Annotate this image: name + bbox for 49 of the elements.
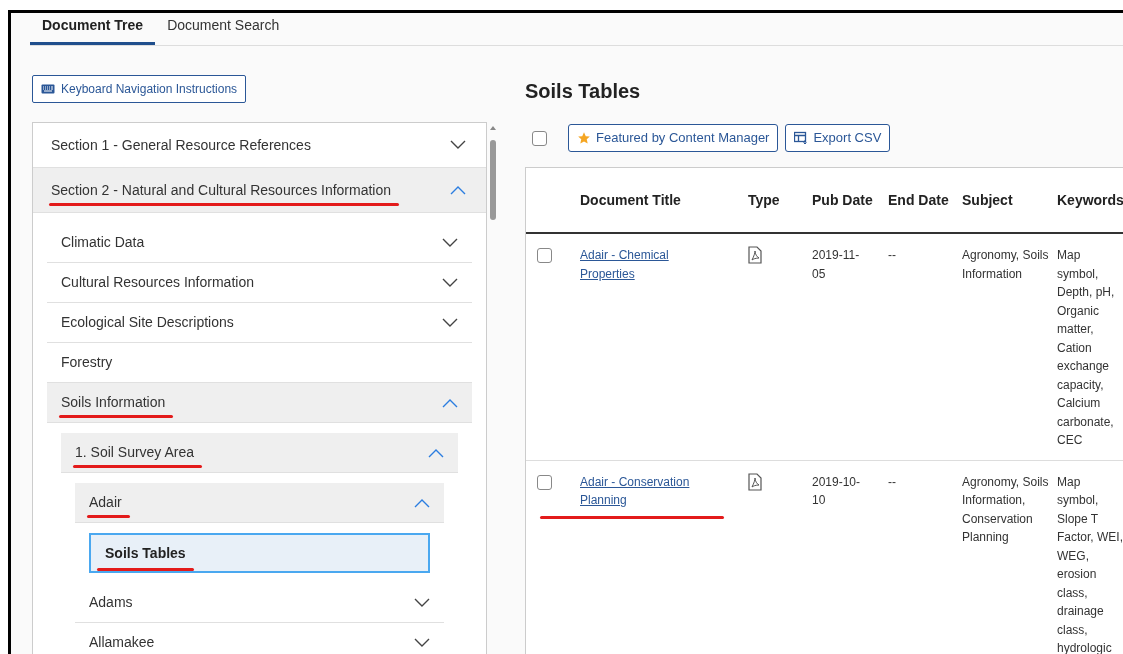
chevron-down-icon [414,597,430,608]
tree-item[interactable]: Soils Tables [89,533,430,573]
table-cell-text: 2019-10-10 [812,473,862,509]
chevron-up-icon [414,497,430,508]
tree-item[interactable]: Allamakee [75,623,444,654]
column-header: Type [748,190,780,210]
document-link[interactable]: Adair - Chemical Properties [580,246,718,283]
row-checkbox[interactable] [537,248,552,263]
tree-item[interactable]: Climatic Data [47,223,472,263]
chevron-down-icon [442,277,458,288]
tab[interactable]: Document Tree [30,14,156,45]
column-header: End Date [888,190,949,210]
export-csv-button[interactable]: Export CSV [785,124,891,152]
chevron-up-icon [450,185,466,195]
table-cell-text: Agronomy, Soils Information, Conservation Planning [962,473,1050,546]
keyboard-instructions-button[interactable]: Keyboard Navigation Instructions [32,75,247,103]
chevron-down-icon [442,237,458,248]
chevron-down-icon [450,140,466,150]
chevron-down-icon [442,317,458,328]
tree-item[interactable]: Section 2 - Natural and Cultural Resources Information [33,168,486,213]
chevron-up-icon [442,397,458,408]
keyboard-icon [41,84,55,94]
table-cell-text: Map symbol, Depth, pH, Organic matter, Cation exchange capacity, Calcium carbonate, CEC [1057,247,1116,449]
scroll-up-icon [490,126,496,130]
tree-item[interactable]: Cultural Resources Information [47,263,472,303]
featured-button[interactable]: Featured by Content Manager [568,124,779,152]
column-header: Subject [962,190,1013,210]
table-cell-text: Agronomy, Soils Information [962,247,1050,283]
tree-item[interactable]: Adams [75,583,444,623]
table-export-icon [794,131,809,145]
column-header: Document Title [580,190,681,210]
tree-item[interactable]: Ecological Site Descriptions [47,303,472,343]
table-cell-text: -- [888,473,897,491]
table-cell-text: -- [888,247,897,264]
table-cell-text: 2019-11-05 [812,247,861,283]
tree-item[interactable]: Soils Information [47,383,472,423]
document-link[interactable]: Adair - Conservation Planning [580,472,718,510]
row-checkbox[interactable] [537,474,552,490]
star-icon [577,131,591,145]
select-all-checkbox[interactable] [532,130,547,146]
column-header: Keywords [1057,190,1123,210]
tree-item[interactable]: 1. Soil Survey Area [61,433,458,473]
chevron-down-icon [414,637,430,648]
chevron-up-icon [428,447,444,458]
table-cell-text: Map symbol, Slope T Factor, WEI, WEG, erosion class, drainage class, hydrologic [1057,473,1123,654]
column-header: Pub Date [812,190,873,210]
page-title: Soils Tables [525,79,642,104]
tree-item[interactable]: Adair [75,483,444,523]
tab[interactable]: Document Search [155,14,292,45]
